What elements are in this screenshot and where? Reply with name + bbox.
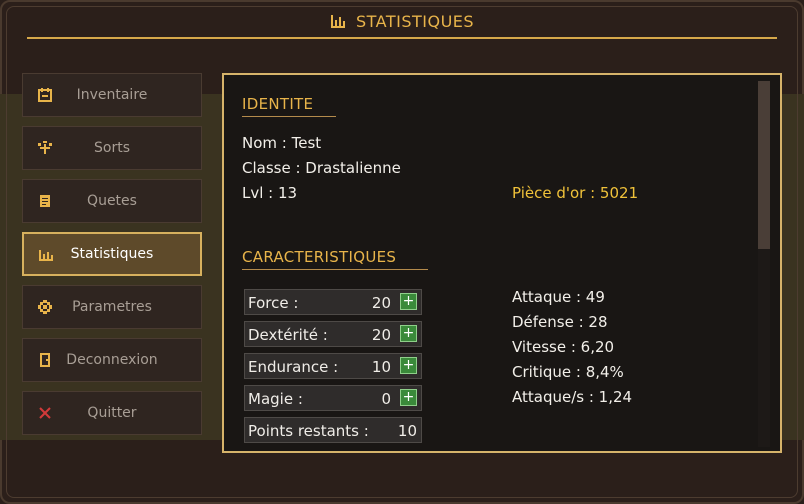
stat-value: 10 [397, 422, 417, 440]
scrollbar[interactable] [758, 81, 770, 447]
stat-label: Force : [248, 294, 299, 312]
increase-dexterite-button[interactable]: + [400, 325, 417, 342]
derived-critique: Critique : 8,4% [512, 363, 624, 381]
section-title-identite: IDENTITE [242, 95, 314, 113]
page-title-text: STATISTIQUES [355, 12, 475, 31]
stat-row-magie: Magie : 0 + [244, 385, 422, 411]
stats-panel: IDENTITE Nom : Test Classe : Drastalienn… [222, 73, 782, 453]
header: STATISTIQUES [0, 0, 804, 44]
page-title: STATISTIQUES [0, 12, 804, 33]
menu-item-sorts[interactable]: Sorts [22, 126, 202, 170]
character-level: Lvl : 13 [242, 184, 298, 202]
increase-magie-button[interactable]: + [400, 389, 417, 406]
menu-item-deconnexion[interactable]: Deconnexion [22, 338, 202, 382]
menu-item-parametres[interactable]: Parametres [22, 285, 202, 329]
menu-item-statistiques[interactable]: Statistiques [22, 232, 202, 276]
stat-value: 20 [371, 326, 391, 344]
section-underline [242, 116, 336, 117]
character-name: Nom : Test [242, 134, 322, 152]
close-icon [37, 405, 53, 421]
stat-label: Dextérité : [248, 326, 328, 344]
gold-count: Pièce d'or : 5021 [512, 184, 639, 202]
bar-chart-icon [330, 13, 346, 33]
stat-row-force: Force : 20 + [244, 289, 422, 315]
menu-item-quitter[interactable]: Quitter [22, 391, 202, 435]
stat-value: 10 [371, 358, 391, 376]
increase-force-button[interactable]: + [400, 293, 417, 310]
menu-item-quetes[interactable]: Quetes [22, 179, 202, 223]
stat-value: 20 [371, 294, 391, 312]
derived-attaques-par-seconde: Attaque/s : 1,24 [512, 388, 633, 406]
header-divider [27, 37, 777, 39]
scroll-icon [37, 193, 53, 209]
stat-row-endurance: Endurance : 10 + [244, 353, 422, 379]
stat-label: Magie : [248, 390, 303, 408]
section-title-caracteristiques: CARACTERISTIQUES [242, 248, 397, 266]
gear-icon [37, 299, 53, 315]
increase-endurance-button[interactable]: + [400, 357, 417, 374]
character-class: Classe : Drastalienne [242, 159, 401, 177]
stat-row-remaining-points: Points restants : 10 [244, 417, 422, 443]
menu-item-inventaire[interactable]: Inventaire [22, 73, 202, 117]
derived-defense: Défense : 28 [512, 313, 608, 331]
bar-chart-icon [38, 247, 54, 263]
calendar-icon [37, 87, 53, 103]
derived-attaque: Attaque : 49 [512, 288, 605, 306]
stat-label: Points restants : [248, 422, 369, 440]
derived-vitesse: Vitesse : 6,20 [512, 338, 615, 356]
stat-row-dexterite: Dextérité : 20 + [244, 321, 422, 347]
section-underline [242, 269, 428, 270]
stat-value: 0 [381, 390, 391, 408]
stat-label: Endurance : [248, 358, 339, 376]
scrollbar-thumb[interactable] [758, 81, 770, 249]
door-icon [37, 352, 53, 368]
sparkle-icon [37, 140, 53, 156]
